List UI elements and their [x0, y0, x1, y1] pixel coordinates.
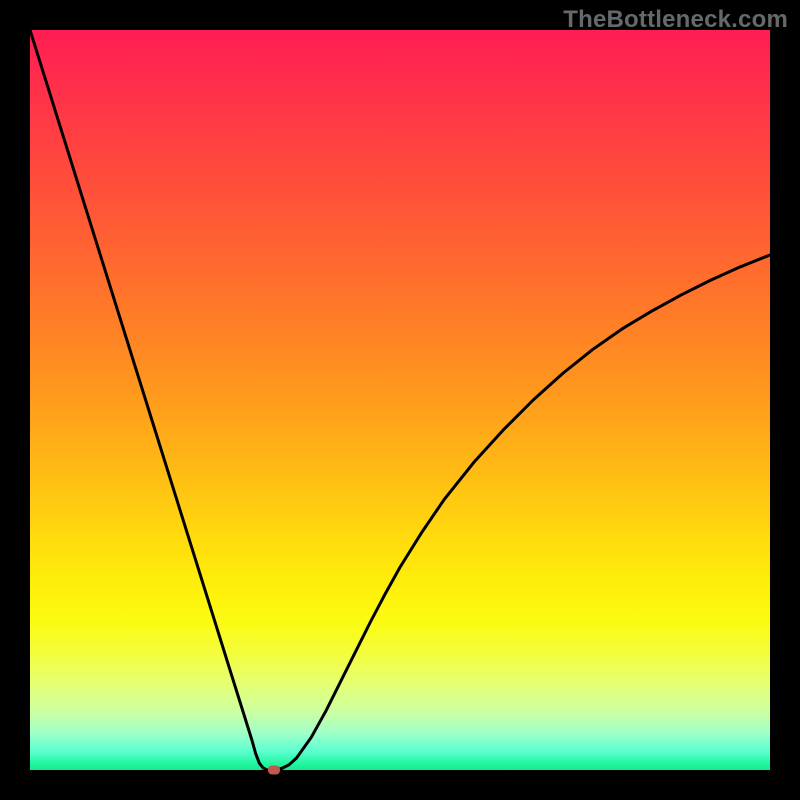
- curve-svg: [30, 30, 770, 770]
- minimum-marker: [268, 766, 280, 775]
- plot-area: [30, 30, 770, 770]
- bottleneck-curve-path: [30, 30, 770, 770]
- watermark-text: TheBottleneck.com: [563, 6, 788, 34]
- chart-frame: TheBottleneck.com: [0, 0, 800, 800]
